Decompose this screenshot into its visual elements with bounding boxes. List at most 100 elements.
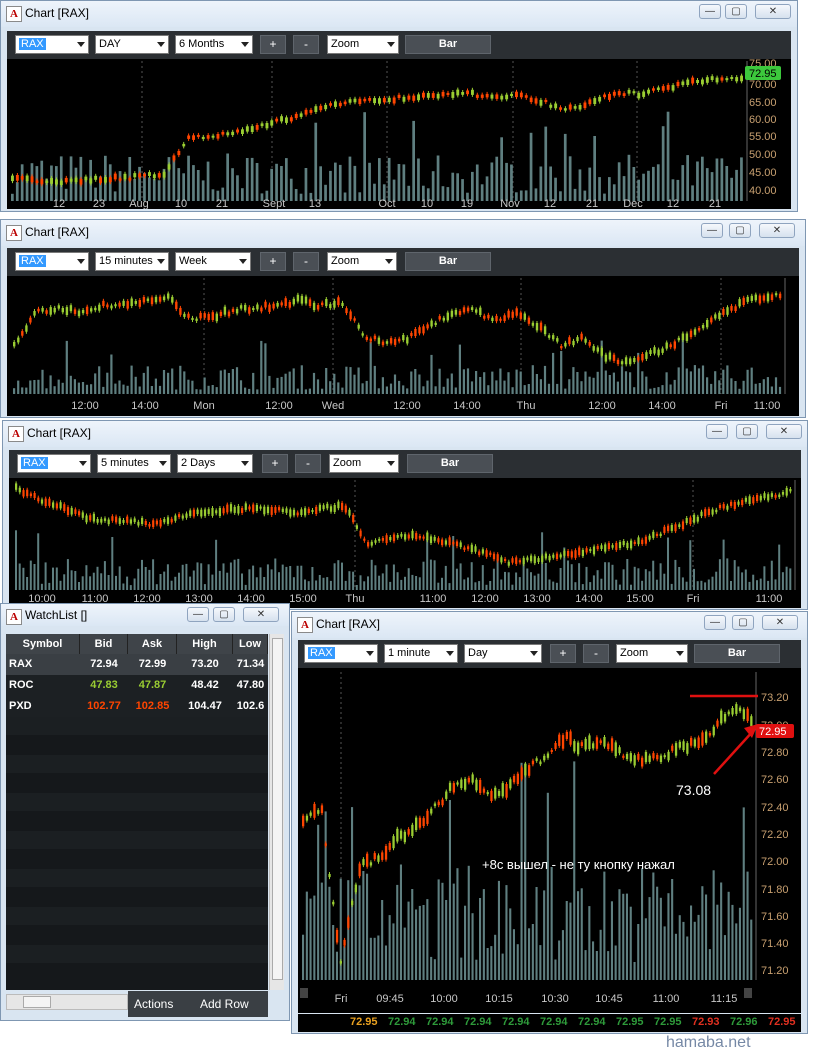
close-button[interactable]: ✕: [755, 4, 791, 19]
symbol-select[interactable]: RAX: [304, 644, 378, 663]
column-header[interactable]: Symbol: [6, 634, 80, 654]
empty-row[interactable]: [6, 736, 268, 754]
candle-body: [69, 305, 73, 312]
close-button[interactable]: ✕: [766, 424, 802, 439]
maximize-button[interactable]: ▢: [725, 4, 747, 19]
volume-bar: [218, 570, 221, 590]
zoom-in-button[interactable]: +: [260, 252, 286, 271]
interval-select[interactable]: 15 minutes: [95, 252, 169, 271]
candle-body: [367, 542, 370, 547]
scroll-thumb[interactable]: [23, 996, 51, 1008]
x-axis-label: 11:00: [653, 993, 680, 1005]
price-chart[interactable]: 12:00 14:00 Mon 12:00 Wed 12:00 14:00 Thu 12:00 1…: [7, 276, 801, 416]
chart-area[interactable]: 12:00 14:00 Mon 12:00 Wed 12:00 14:00 Thu 12:00 1…: [7, 276, 799, 416]
titlebar[interactable]: A Chart [RAX] — ▢ ✕: [1, 1, 797, 27]
volume-bar: [706, 377, 709, 394]
minimize-button[interactable]: —: [701, 223, 723, 238]
chart-area[interactable]: Fri 09:45 10:00 10:15 10:30 10:45 11:00 11:15 73…: [298, 668, 801, 1013]
maximize-button[interactable]: ▢: [732, 615, 754, 630]
close-button[interactable]: ✕: [762, 615, 798, 630]
empty-row[interactable]: [6, 964, 268, 982]
chart-style-button[interactable]: Bar: [405, 35, 491, 54]
candle-body: [534, 98, 538, 104]
titlebar[interactable]: A Chart [RAX] — ▢ ✕: [292, 612, 807, 638]
column-header[interactable]: Low: [233, 634, 268, 654]
minimize-button[interactable]: —: [706, 424, 728, 439]
titlebar[interactable]: A Chart [RAX] — ▢ ✕: [3, 421, 807, 447]
titlebar[interactable]: A WatchList [] — ▢ ✕: [1, 604, 289, 626]
zoom-out-button[interactable]: -: [293, 35, 319, 54]
maximize-button[interactable]: ▢: [729, 223, 751, 238]
close-button[interactable]: ✕: [243, 607, 279, 622]
candle-body: [537, 558, 540, 562]
volume-bar: [438, 368, 441, 394]
add-row-button[interactable]: Add Row: [200, 997, 249, 1011]
column-header[interactable]: High: [177, 634, 233, 654]
zoom-in-button[interactable]: +: [262, 454, 288, 473]
interval-select[interactable]: 1 minute: [384, 644, 458, 663]
chart-area[interactable]: 10:00 11:00 12:00 13:00 14:00 15:00 Thu 11:00 12…: [9, 478, 801, 608]
zoom-select[interactable]: Zoom: [329, 454, 399, 473]
empty-row[interactable]: [6, 888, 268, 906]
empty-row[interactable]: [6, 850, 268, 868]
zoom-in-button[interactable]: +: [260, 35, 286, 54]
volume-bar: [735, 169, 738, 201]
interval-select[interactable]: 5 minutes: [97, 454, 171, 473]
maximize-button[interactable]: ▢: [736, 424, 758, 439]
column-header[interactable]: Bid: [80, 634, 128, 654]
volume-bar: [738, 388, 741, 394]
symbol-select[interactable]: RAX: [15, 35, 89, 54]
empty-row[interactable]: [6, 831, 268, 849]
y-axis-label: 71.60: [761, 911, 789, 923]
volume-bar: [600, 578, 603, 590]
chart-style-button[interactable]: Bar: [694, 644, 780, 663]
candle-body: [203, 509, 207, 516]
empty-row[interactable]: [6, 812, 268, 830]
symbol-select[interactable]: RAX: [17, 454, 91, 473]
titlebar[interactable]: A Chart [RAX] — ▢ ✕: [1, 220, 805, 246]
minimize-button[interactable]: —: [187, 607, 209, 622]
volume-bar: [496, 558, 499, 590]
zoom-select[interactable]: Zoom: [327, 252, 397, 271]
volume-bar: [546, 792, 549, 980]
price-chart[interactable]: Fri 09:45 10:00 10:15 10:30 10:45 11:00 11:15 73…: [298, 668, 801, 1013]
scroll-thumb[interactable]: [272, 638, 283, 980]
empty-row[interactable]: [6, 926, 268, 944]
chart-style-button[interactable]: Bar: [405, 252, 491, 271]
actions-button[interactable]: Actions: [134, 997, 173, 1011]
x-axis-label: 12:00: [393, 400, 421, 412]
period-select[interactable]: Week: [175, 252, 251, 271]
price-chart[interactable]: 10:00 11:00 12:00 13:00 14:00 15:00 Thu 11:00 12…: [9, 478, 803, 608]
horizontal-scrollbar[interactable]: [6, 994, 128, 1010]
maximize-button[interactable]: ▢: [213, 607, 235, 622]
symbol-select[interactable]: RAX: [15, 252, 89, 271]
empty-row[interactable]: [6, 907, 268, 925]
chart-area[interactable]: 12 23 Aug 10 21 Sept 13 Oct 10 19 Nov 12 21 Dec 12 21 75…: [7, 59, 791, 209]
period-select[interactable]: 6 Months: [175, 35, 253, 54]
zoom-select[interactable]: Zoom: [327, 35, 399, 54]
minimize-button[interactable]: —: [699, 4, 721, 19]
empty-row[interactable]: [6, 793, 268, 811]
empty-row[interactable]: [6, 869, 268, 887]
period-select[interactable]: 2 Days: [177, 454, 253, 473]
minimize-button[interactable]: —: [704, 615, 726, 630]
chart-style-button[interactable]: Bar: [407, 454, 493, 473]
zoom-select[interactable]: Zoom: [616, 644, 688, 663]
price-chart[interactable]: 12 23 Aug 10 21 Sept 13 Oct 10 19 Nov 12 21 Dec 12 2175…: [7, 59, 793, 209]
empty-row[interactable]: [6, 717, 268, 735]
zoom-out-button[interactable]: -: [293, 252, 319, 271]
zoom-out-button[interactable]: -: [295, 454, 321, 473]
empty-row[interactable]: [6, 774, 268, 792]
period-select[interactable]: Day: [464, 644, 542, 663]
close-button[interactable]: ✕: [759, 223, 795, 238]
empty-row[interactable]: [6, 945, 268, 963]
candle-body: [33, 493, 36, 498]
empty-row[interactable]: [6, 755, 268, 773]
zoom-out-button[interactable]: -: [583, 644, 609, 663]
candle-body: [656, 87, 660, 90]
interval-select[interactable]: DAY: [95, 35, 169, 54]
column-header[interactable]: Ask: [128, 634, 177, 654]
candle-body: [462, 307, 466, 313]
zoom-in-button[interactable]: +: [550, 644, 576, 663]
vertical-scrollbar[interactable]: [269, 634, 284, 990]
